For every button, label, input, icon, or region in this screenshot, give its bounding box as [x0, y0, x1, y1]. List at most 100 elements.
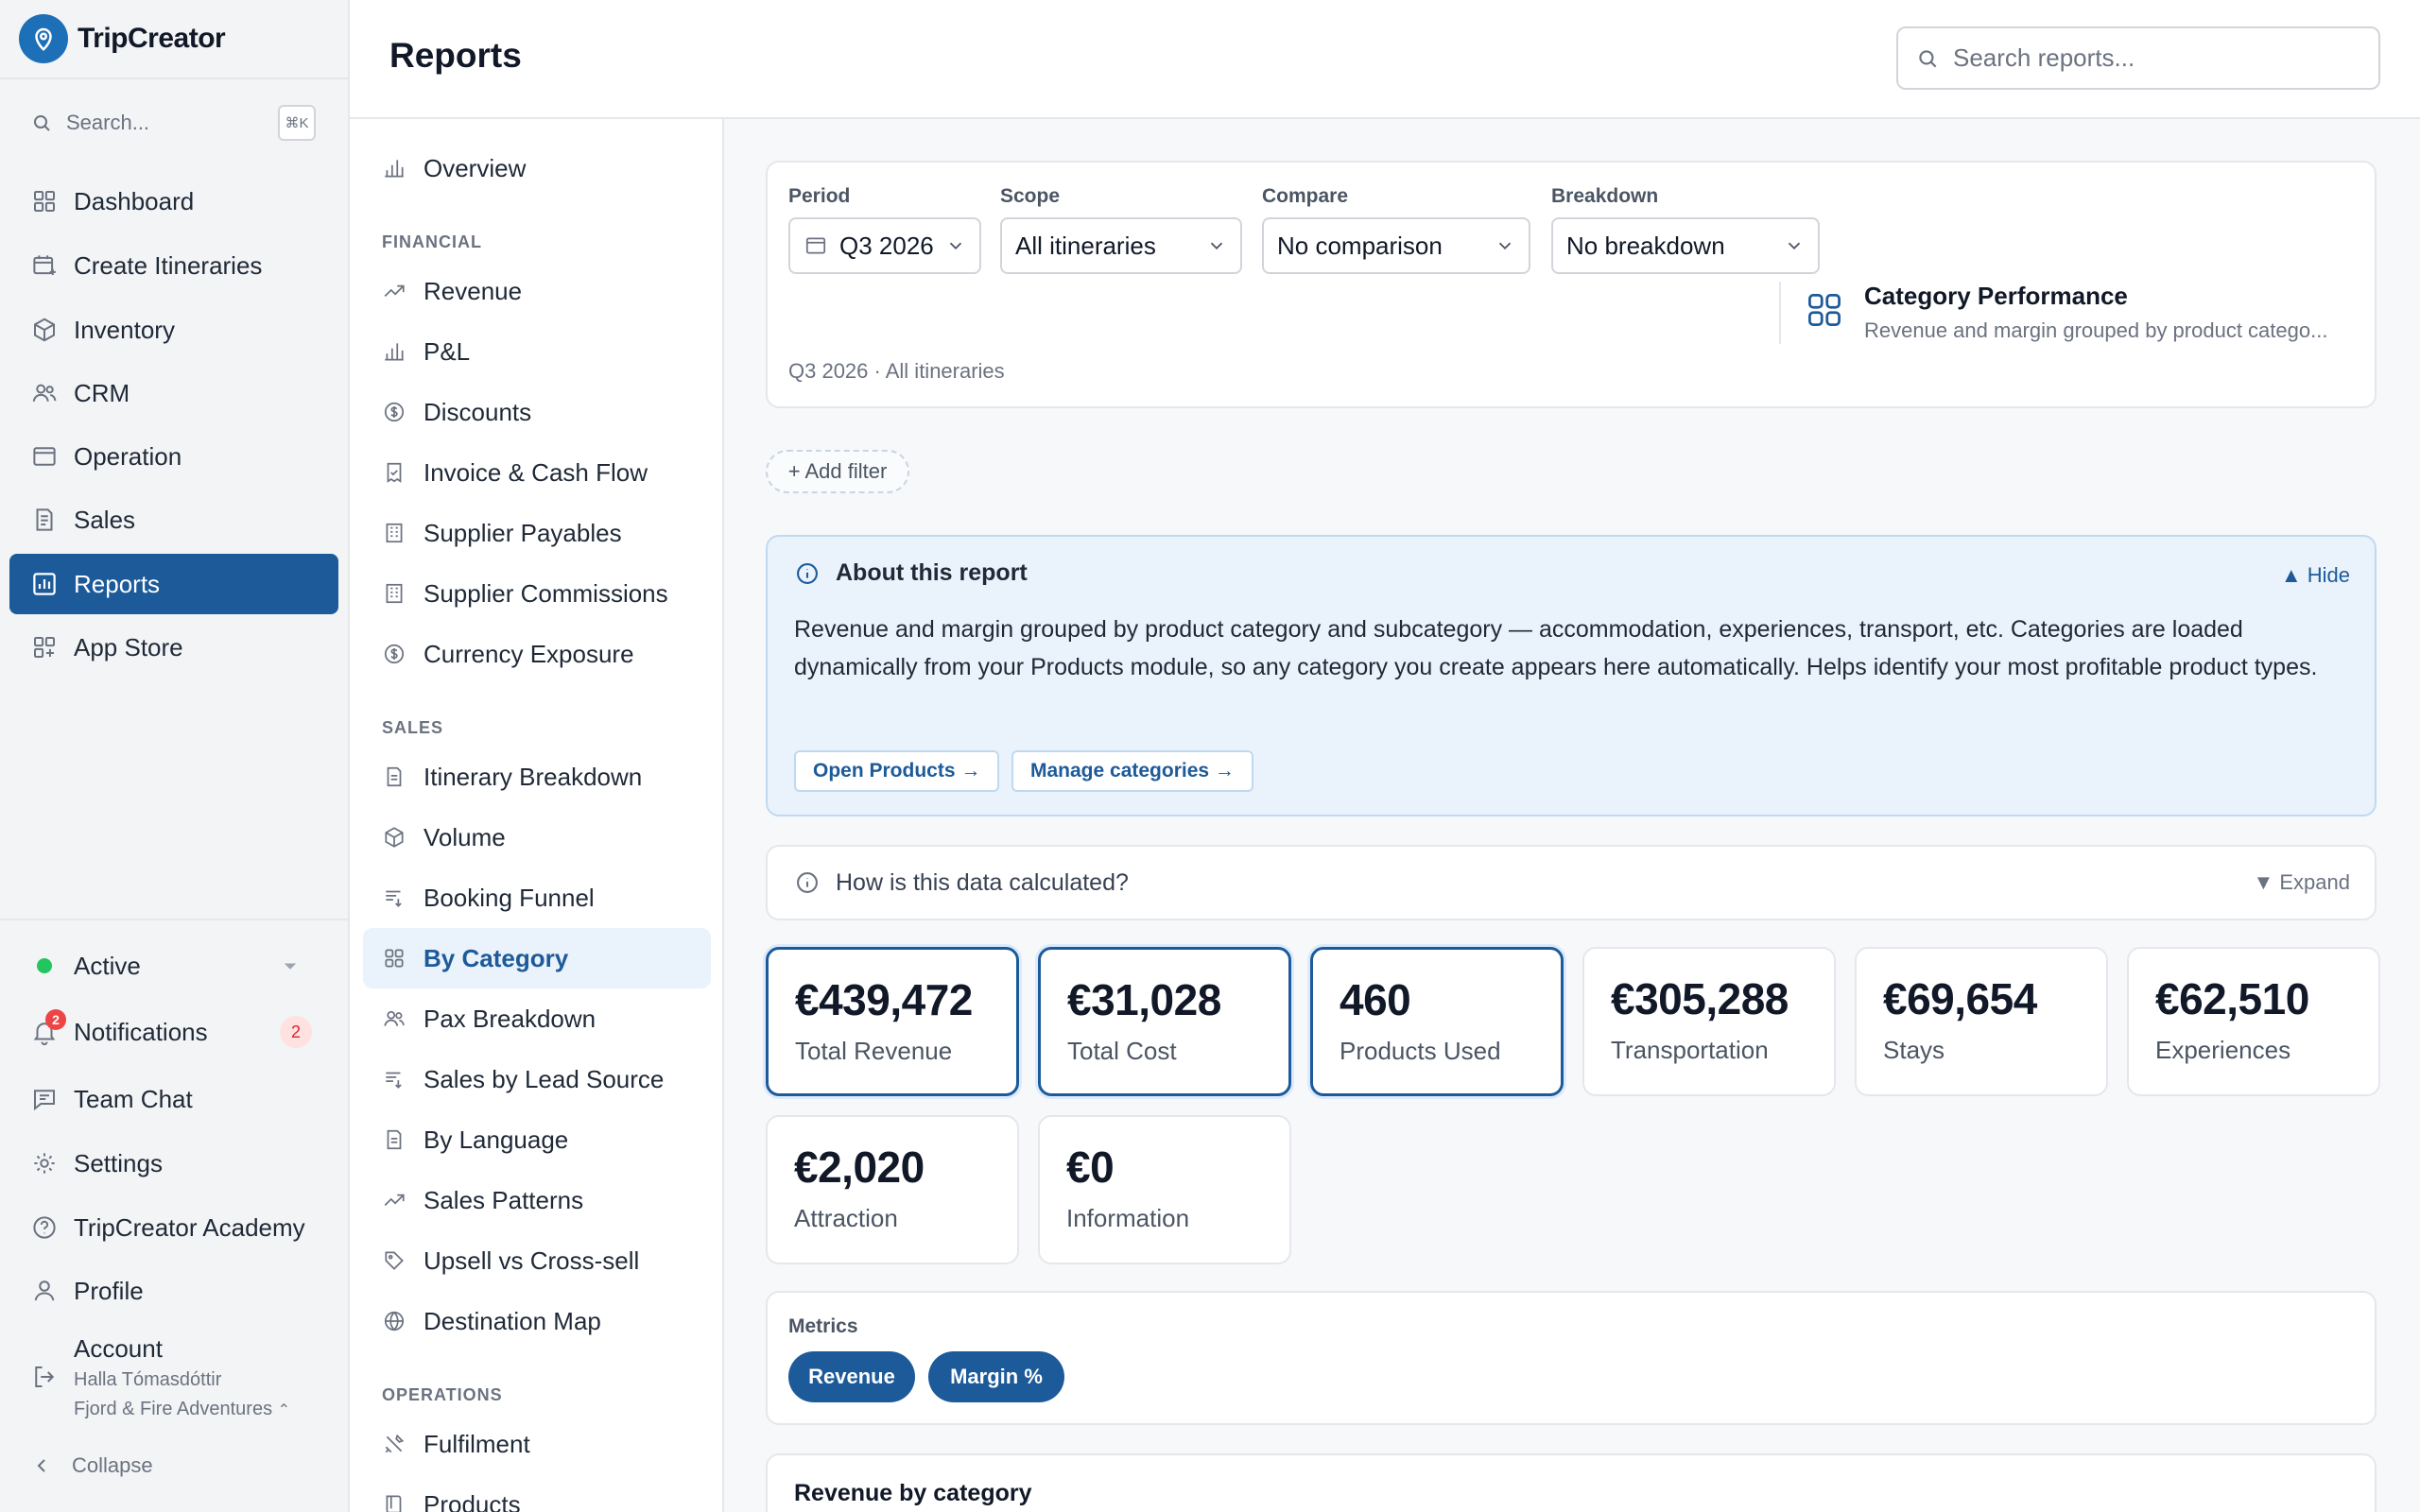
- report-description: Revenue and margin grouped by product ca…: [1864, 318, 2328, 342]
- report-nav-booking-funnel[interactable]: Booking Funnel: [363, 868, 711, 928]
- breakdown-select[interactable]: No breakdown: [1551, 217, 1820, 274]
- chat-icon: [30, 1085, 59, 1113]
- expand-calculation-button[interactable]: ▼ Expand: [2253, 870, 2350, 895]
- report-nav-by-language[interactable]: By Language: [363, 1109, 711, 1170]
- status-selector[interactable]: Active: [9, 937, 338, 994]
- calculation-panel[interactable]: How is this data calculated? ▼ Expand: [766, 845, 2377, 920]
- sidebar-item-sales[interactable]: Sales: [9, 490, 338, 550]
- kpi-label: Attraction: [794, 1204, 898, 1232]
- sidebar-item-create-itineraries[interactable]: Create Itineraries: [9, 235, 338, 296]
- account-company-name: Fjord & Fire Adventures: [74, 1399, 273, 1419]
- report-nav-products[interactable]: Products: [363, 1474, 711, 1512]
- sidebar-item-label: Dashboard: [74, 186, 195, 215]
- sidebar-item-label: Settings: [74, 1148, 163, 1177]
- sidebar-item-operation[interactable]: Operation: [9, 426, 338, 487]
- report-nav-pax-breakdown[interactable]: Pax Breakdown: [363, 988, 711, 1049]
- report-nav-sales-patterns[interactable]: Sales Patterns: [363, 1170, 711, 1230]
- sidebar-item-dashboard[interactable]: Dashboard: [9, 171, 338, 232]
- report-nav-invoice-cash-flow[interactable]: Invoice & Cash Flow: [363, 442, 711, 503]
- breakdown-label: Breakdown: [1551, 185, 1659, 207]
- report-nav-pnl[interactable]: P&L: [363, 321, 711, 382]
- kpi-card-products-used[interactable]: 460 Products Used: [1310, 947, 1564, 1096]
- kpi-value: €31,028: [1067, 975, 1221, 1024]
- trending-up-icon: [382, 279, 406, 303]
- manage-categories-button[interactable]: Manage categories →: [1011, 750, 1253, 792]
- report-nav-discounts[interactable]: Discounts: [363, 382, 711, 442]
- compare-select[interactable]: No comparison: [1262, 217, 1530, 274]
- report-nav-overview[interactable]: Overview: [363, 138, 711, 198]
- kpi-card-transportation[interactable]: €305,288 Transportation: [1582, 947, 1836, 1096]
- sidebar-item-app-store[interactable]: App Store: [9, 617, 338, 678]
- report-nav-label: Overview: [424, 153, 527, 182]
- account-menu[interactable]: Account Halla Tómasdóttir Fjord & Fire A…: [30, 1334, 323, 1423]
- sidebar-item-profile[interactable]: Profile: [9, 1263, 338, 1319]
- metric-pill-revenue[interactable]: Revenue: [788, 1351, 915, 1402]
- metric-pill-margin[interactable]: Margin %: [928, 1351, 1064, 1402]
- kpi-value: €2,020: [794, 1143, 925, 1192]
- about-report-title: About this report: [836, 559, 1028, 586]
- hide-about-button[interactable]: ▲ Hide: [2281, 563, 2350, 588]
- scope-filter: Scope All itineraries: [1000, 185, 1242, 274]
- kpi-card-experiences[interactable]: €62,510 Experiences: [2127, 947, 2380, 1096]
- brand-name: TripCreator: [78, 23, 226, 54]
- report-search[interactable]: [1896, 26, 2380, 90]
- kpi-label: Stays: [1883, 1036, 1945, 1064]
- notification-dot-badge: 2: [45, 1009, 66, 1030]
- report-nav-destination-map[interactable]: Destination Map: [363, 1291, 711, 1351]
- list-filter-icon: [382, 885, 406, 910]
- sidebar-search[interactable]: Search... ⌘K: [30, 104, 316, 142]
- brand[interactable]: TripCreator: [0, 0, 348, 79]
- globe-icon: [382, 1309, 406, 1333]
- kpi-card-stays[interactable]: €69,654 Stays: [1855, 947, 2108, 1096]
- tag-icon: [382, 1248, 406, 1273]
- account-company: Fjord & Fire Adventures ⌃: [74, 1397, 290, 1423]
- collapse-sidebar-button[interactable]: Collapse: [30, 1453, 153, 1478]
- report-search-input[interactable]: [1953, 43, 2360, 73]
- search-shortcut-hint: ⌘K: [278, 105, 316, 141]
- sidebar-item-academy[interactable]: TripCreator Academy: [9, 1199, 338, 1256]
- sidebar-item-notifications[interactable]: 2 Notifications 2: [9, 1004, 338, 1060]
- report-nav-label: Upsell vs Cross-sell: [424, 1246, 640, 1275]
- report-nav-by-category[interactable]: By Category: [363, 928, 711, 988]
- kpi-value: 460: [1340, 975, 1411, 1024]
- report-nav-sales-by-lead-source[interactable]: Sales by Lead Source: [363, 1049, 711, 1109]
- document-icon: [382, 1127, 406, 1152]
- report-nav-supplier-payables[interactable]: Supplier Payables: [363, 503, 711, 563]
- report-nav-upsell-cross-sell[interactable]: Upsell vs Cross-sell: [363, 1230, 711, 1291]
- sidebar-item-settings[interactable]: Settings: [9, 1135, 338, 1192]
- report-content: Period Q3 2026 Scope All itineraries Com…: [724, 119, 2420, 1512]
- about-report-panel: About this report ▲ Hide Revenue and mar…: [766, 535, 2377, 816]
- bar-chart-icon: [382, 156, 406, 180]
- sidebar-item-team-chat[interactable]: Team Chat: [9, 1071, 338, 1127]
- report-nav-volume[interactable]: Volume: [363, 807, 711, 868]
- kpi-card-attraction[interactable]: €2,020 Attraction: [766, 1115, 1019, 1264]
- report-nav: Overview FINANCIAL Revenue P&L Discounts…: [350, 119, 724, 1512]
- open-products-button[interactable]: Open Products →: [794, 750, 1000, 792]
- report-nav-label: Fulfilment: [424, 1429, 530, 1458]
- report-nav-revenue[interactable]: Revenue: [363, 261, 711, 321]
- add-filter-button[interactable]: + Add filter: [766, 450, 909, 493]
- section-heading-financial: FINANCIAL: [382, 232, 482, 251]
- sidebar-item-reports[interactable]: Reports: [9, 554, 338, 614]
- report-nav-label: P&L: [424, 336, 471, 366]
- scope-select[interactable]: All itineraries: [1000, 217, 1242, 274]
- report-nav-fulfilment[interactable]: Fulfilment: [363, 1414, 711, 1474]
- report-nav-currency-exposure[interactable]: Currency Exposure: [363, 624, 711, 684]
- sidebar-item-label: Create Itineraries: [74, 250, 263, 280]
- report-nav-itinerary-breakdown[interactable]: Itinerary Breakdown: [363, 747, 711, 807]
- kpi-card-total-cost[interactable]: €31,028 Total Cost: [1038, 947, 1291, 1096]
- kpi-label: Total Cost: [1067, 1037, 1177, 1065]
- kpi-card-information[interactable]: €0 Information: [1038, 1115, 1291, 1264]
- kpi-card-total-revenue[interactable]: €439,472 Total Revenue: [766, 947, 1019, 1096]
- chart-title: Revenue by category: [794, 1480, 1032, 1506]
- sidebar-item-inventory[interactable]: Inventory: [9, 300, 338, 360]
- sidebar-item-crm[interactable]: CRM: [9, 363, 338, 423]
- list-filter-icon: [382, 1067, 406, 1091]
- chevron-down-icon: [1784, 235, 1805, 256]
- notification-count-badge: 2: [280, 1016, 312, 1048]
- report-nav-label: By Language: [424, 1125, 569, 1154]
- period-select[interactable]: Q3 2026: [788, 217, 981, 274]
- calculation-title: How is this data calculated?: [836, 868, 1129, 896]
- period-value: Q3 2026: [839, 231, 934, 260]
- report-nav-supplier-commissions[interactable]: Supplier Commissions: [363, 563, 711, 624]
